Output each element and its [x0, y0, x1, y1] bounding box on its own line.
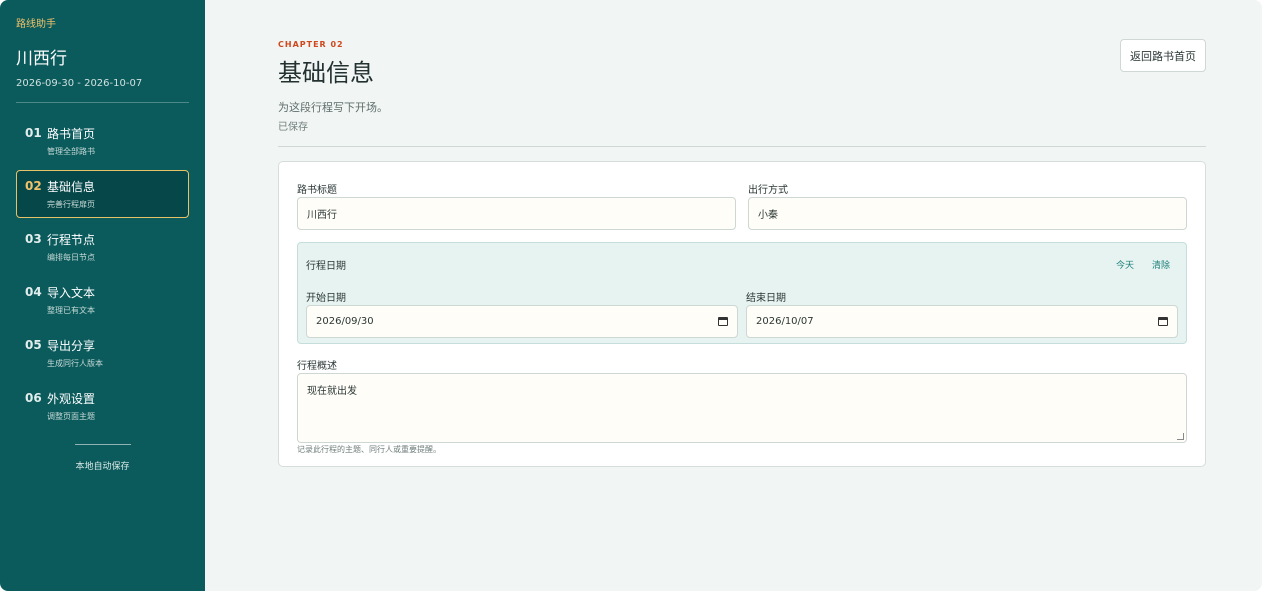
nav-number: 04: [25, 285, 42, 299]
chapter-label: CHAPTER 02: [278, 40, 344, 49]
trip-dates: 2026-09-30 - 2026-10-07: [16, 78, 143, 89]
start-date-value: 2026/09/30: [316, 316, 374, 327]
sidebar-nav: 01 路书首页 管理全部路书 02 基础信息 完善行程扉页 03 行程节点 编排…: [16, 117, 189, 430]
title-label: 路书标题: [297, 185, 337, 196]
nav-label: 导入文本: [47, 286, 96, 300]
nav-subtitle: 调整页面主题: [47, 412, 95, 421]
summary-field-group: 行程概述 现在就出发 记录此行程的主题、同行人或重要提醒。: [297, 357, 1187, 455]
resize-handle-icon[interactable]: [1177, 433, 1184, 440]
nav-number: 06: [25, 391, 42, 405]
nav-subtitle: 编排每日节点: [47, 253, 95, 262]
page-title: 基础信息: [278, 59, 374, 87]
end-date-label: 结束日期: [746, 293, 786, 304]
app-window: 路线助手 川西行 2026-09-30 - 2026-10-07 01 路书首页…: [0, 0, 1262, 591]
travel-label: 出行方式: [748, 185, 788, 196]
date-header: 行程日期 今天 清除: [306, 257, 1178, 272]
main-content: CHAPTER 02 基础信息 为这段行程写下开场。 已保存 返回路书首页 路书…: [205, 0, 1262, 591]
nav-label: 行程节点: [47, 233, 96, 247]
title-input[interactable]: [297, 197, 736, 230]
brand-label: 路线助手: [16, 19, 56, 30]
today-button[interactable]: 今天: [1116, 258, 1134, 271]
date-section-label: 行程日期: [306, 261, 346, 272]
date-section: 行程日期 今天 清除 开始日期 2026/09/30 结束日期 2026/10/…: [297, 242, 1187, 344]
date-row: 开始日期 2026/09/30 结束日期 2026/10/07: [306, 289, 1178, 338]
calendar-icon[interactable]: [1158, 317, 1168, 326]
nav-number: 03: [25, 232, 42, 246]
sidebar-item-import[interactable]: 04 导入文本 整理已有文本: [16, 276, 189, 324]
travel-field-group: 出行方式: [748, 181, 1187, 230]
sidebar: 路线助手 川西行 2026-09-30 - 2026-10-07 01 路书首页…: [0, 0, 205, 591]
basic-info-card: 路书标题 出行方式 行程日期 今天 清除: [278, 161, 1206, 467]
summary-textarea[interactable]: 现在就出发: [297, 373, 1187, 443]
travel-input[interactable]: [748, 197, 1187, 230]
clear-button[interactable]: 清除: [1152, 258, 1170, 271]
nav-subtitle: 管理全部路书: [47, 147, 95, 156]
back-to-home-button[interactable]: 返回路书首页: [1120, 39, 1206, 72]
sidebar-divider: [16, 102, 189, 103]
end-date-value: 2026/10/07: [756, 316, 814, 327]
sidebar-item-basic-info[interactable]: 02 基础信息 完善行程扉页: [16, 170, 189, 218]
start-date-input[interactable]: 2026/09/30: [306, 305, 738, 338]
nav-number: 02: [25, 179, 42, 193]
nav-label: 外观设置: [47, 392, 96, 406]
sidebar-item-itinerary[interactable]: 03 行程节点 编排每日节点: [16, 223, 189, 271]
autosave-label: 本地自动保存: [75, 462, 130, 472]
calendar-icon[interactable]: [718, 317, 728, 326]
nav-subtitle: 完善行程扉页: [47, 200, 95, 209]
summary-label: 行程概述: [297, 361, 337, 372]
nav-label: 路书首页: [47, 127, 96, 141]
page-description: 为这段行程写下开场。: [278, 101, 388, 114]
date-actions: 今天 清除: [1116, 258, 1178, 271]
save-status: 已保存: [278, 122, 308, 133]
title-travel-row: 路书标题 出行方式: [297, 181, 1187, 230]
sidebar-item-appearance[interactable]: 06 外观设置 调整页面主题: [16, 382, 189, 430]
nav-number: 01: [25, 126, 42, 140]
nav-subtitle: 整理已有文本: [47, 306, 95, 315]
nav-label: 导出分享: [47, 339, 96, 353]
start-date-group: 开始日期 2026/09/30: [306, 289, 738, 338]
summary-hint: 记录此行程的主题、同行人或重要提醒。: [297, 445, 441, 454]
title-field-group: 路书标题: [297, 181, 736, 230]
footer-divider: [74, 444, 131, 445]
sidebar-item-export[interactable]: 05 导出分享 生成同行人版本: [16, 329, 189, 377]
start-date-label: 开始日期: [306, 293, 346, 304]
end-date-group: 结束日期 2026/10/07: [746, 289, 1178, 338]
nav-label: 基础信息: [47, 180, 96, 194]
end-date-input[interactable]: 2026/10/07: [746, 305, 1178, 338]
summary-value: 现在就出发: [307, 386, 357, 397]
nav-subtitle: 生成同行人版本: [47, 359, 103, 368]
nav-number: 05: [25, 338, 42, 352]
trip-title: 川西行: [16, 49, 67, 69]
autosave-footer: 本地自动保存: [16, 444, 189, 473]
sidebar-item-home[interactable]: 01 路书首页 管理全部路书: [16, 117, 189, 165]
header-divider: [278, 146, 1206, 147]
